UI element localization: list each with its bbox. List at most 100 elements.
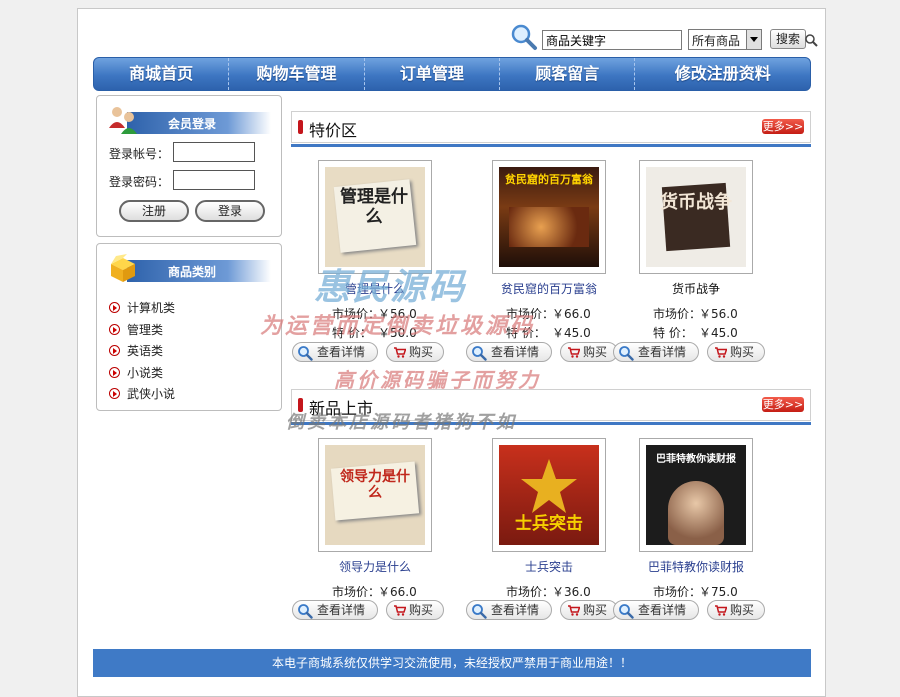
new-section-title: 新品上市 (309, 399, 374, 418)
buy-label: 购买 (583, 345, 608, 359)
arrow-bullet-icon (109, 388, 120, 399)
cover-figure (509, 207, 589, 247)
arrow-bullet-icon (109, 302, 120, 313)
login-button[interactable]: 登录 (195, 200, 265, 222)
cover-art: 贫民窟的百万富翁 (499, 167, 599, 267)
special-price-value: ￥50.0 (378, 326, 417, 340)
cover-title: 巴菲特教你读财报 (656, 454, 736, 465)
category-panel-title: 商品类别 (167, 265, 216, 279)
view-detail-button[interactable]: 查看详情 (292, 600, 378, 620)
buy-label: 购买 (583, 603, 608, 617)
product-cover[interactable]: 士兵突击 (492, 438, 606, 552)
product-name-link[interactable]: 贫民窟的百万富翁 (466, 280, 632, 297)
buy-button[interactable]: 购买 (707, 342, 765, 362)
search-input[interactable] (542, 30, 682, 50)
product-cover[interactable]: 货币战争 (639, 160, 753, 274)
special-section-header: 特价区 更多>> (291, 111, 811, 147)
category-item-wuxia[interactable]: 武侠小说 (109, 384, 175, 406)
category-item-label: 武侠小说 (127, 387, 176, 401)
market-price-label: 市场价： (506, 585, 555, 599)
password-input[interactable] (173, 170, 255, 190)
category-item-management[interactable]: 管理类 (109, 320, 175, 342)
product-name-link[interactable]: 货币战争 (613, 280, 779, 297)
product-cover[interactable]: 贫民窟的百万富翁 (492, 160, 606, 274)
cart-icon (715, 347, 727, 358)
view-detail-button[interactable]: 查看详情 (466, 342, 552, 362)
account-label: 登录帐号： (109, 147, 170, 161)
magnifier-icon (472, 604, 487, 619)
register-button[interactable]: 注册 (119, 200, 189, 222)
buy-label: 购买 (409, 345, 434, 359)
special-price-label: 特 价： (506, 326, 546, 340)
market-price-line: 市场价：￥56.0 (653, 305, 738, 322)
market-price-line: 市场价：￥56.0 (332, 305, 417, 322)
view-detail-label: 查看详情 (317, 345, 366, 359)
category-item-label: 管理类 (127, 322, 164, 337)
new-more-button[interactable]: 更多>> (762, 397, 804, 412)
cart-icon (568, 605, 580, 616)
market-price-value: ￥66.0 (552, 307, 591, 321)
category-item-computer[interactable]: 计算机类 (109, 298, 175, 320)
nav-orders[interactable]: 订单管理 (365, 58, 501, 90)
view-detail-button[interactable]: 查看详情 (613, 342, 699, 362)
category-select[interactable]: 所有商品 (688, 29, 762, 50)
market-price-label: 市场价： (506, 307, 555, 321)
buy-button[interactable]: 购买 (707, 600, 765, 620)
view-detail-button[interactable]: 查看详情 (613, 600, 699, 620)
market-price-value: ￥56.0 (699, 307, 738, 321)
users-icon (109, 107, 137, 134)
category-panel: 商品类别 计算机类 管理类 英语类 小说类 武侠小说 (96, 243, 282, 411)
view-detail-label: 查看详情 (317, 603, 366, 617)
buy-button[interactable]: 购买 (560, 342, 618, 362)
nav-messages[interactable]: 顾客留言 (500, 58, 636, 90)
cover-title: 管理是什么 (340, 187, 408, 227)
view-detail-label: 查看详情 (638, 345, 687, 359)
category-item-label: 计算机类 (127, 301, 176, 315)
buy-button[interactable]: 购买 (560, 600, 618, 620)
buy-label: 购买 (730, 345, 755, 359)
cover-title: 士兵突击 (515, 514, 583, 534)
product-name-link[interactable]: 管理是什么 (292, 280, 458, 297)
arrow-bullet-icon (109, 345, 120, 356)
login-panel-title: 会员登录 (167, 117, 216, 131)
cover-art: 巴菲特教你读财报 (646, 445, 746, 545)
search-button[interactable]: 搜索 (770, 29, 806, 49)
market-price-label: 市场价： (332, 585, 381, 599)
cover-art: 管理是什么 (325, 167, 425, 267)
product-cover[interactable]: 管理是什么 (318, 160, 432, 274)
nav-home[interactable]: 商城首页 (94, 58, 230, 90)
cover-portrait (668, 481, 724, 545)
product-name-link[interactable]: 巴菲特教你读财报 (613, 558, 779, 575)
category-item-novel[interactable]: 小说类 (109, 363, 175, 385)
view-detail-button[interactable]: 查看详情 (466, 600, 552, 620)
view-detail-label: 查看详情 (638, 603, 687, 617)
login-panel: 会员登录 登录帐号： 登录密码： 注册 登录 (96, 95, 282, 237)
category-item-english[interactable]: 英语类 (109, 341, 175, 363)
category-select-value: 所有商品 (692, 34, 741, 48)
product-cover[interactable]: 巴菲特教你读财报 (639, 438, 753, 552)
product-name-link[interactable]: 士兵突击 (466, 558, 632, 575)
special-price-value: ￥45.0 (552, 326, 591, 340)
view-detail-button[interactable]: 查看详情 (292, 342, 378, 362)
product-cover[interactable]: 领导力是什么 (318, 438, 432, 552)
section-marker-icon (298, 120, 303, 134)
login-panel-header: 会员登录 (107, 104, 271, 134)
account-input[interactable] (173, 142, 255, 162)
category-panel-header: 商品类别 (107, 252, 271, 282)
search-small-icon (805, 34, 818, 47)
cart-icon (715, 605, 727, 616)
special-price-line: 特 价： ￥45.0 (506, 324, 591, 341)
view-detail-label: 查看详情 (491, 345, 540, 359)
market-price-label: 市场价： (653, 585, 702, 599)
magnifier-icon (472, 346, 487, 361)
special-price-value: ￥45.0 (699, 326, 738, 340)
special-more-button[interactable]: 更多>> (762, 119, 804, 134)
search-bar: 所有商品 搜索 (510, 23, 820, 53)
product-name-link[interactable]: 领导力是什么 (292, 558, 458, 575)
buy-button[interactable]: 购买 (386, 600, 444, 620)
nav-cart[interactable]: 购物车管理 (229, 58, 365, 90)
cart-icon (568, 347, 580, 358)
buy-button[interactable]: 购买 (386, 342, 444, 362)
magnifier-icon (298, 604, 313, 619)
nav-profile[interactable]: 修改注册资料 (635, 58, 810, 90)
